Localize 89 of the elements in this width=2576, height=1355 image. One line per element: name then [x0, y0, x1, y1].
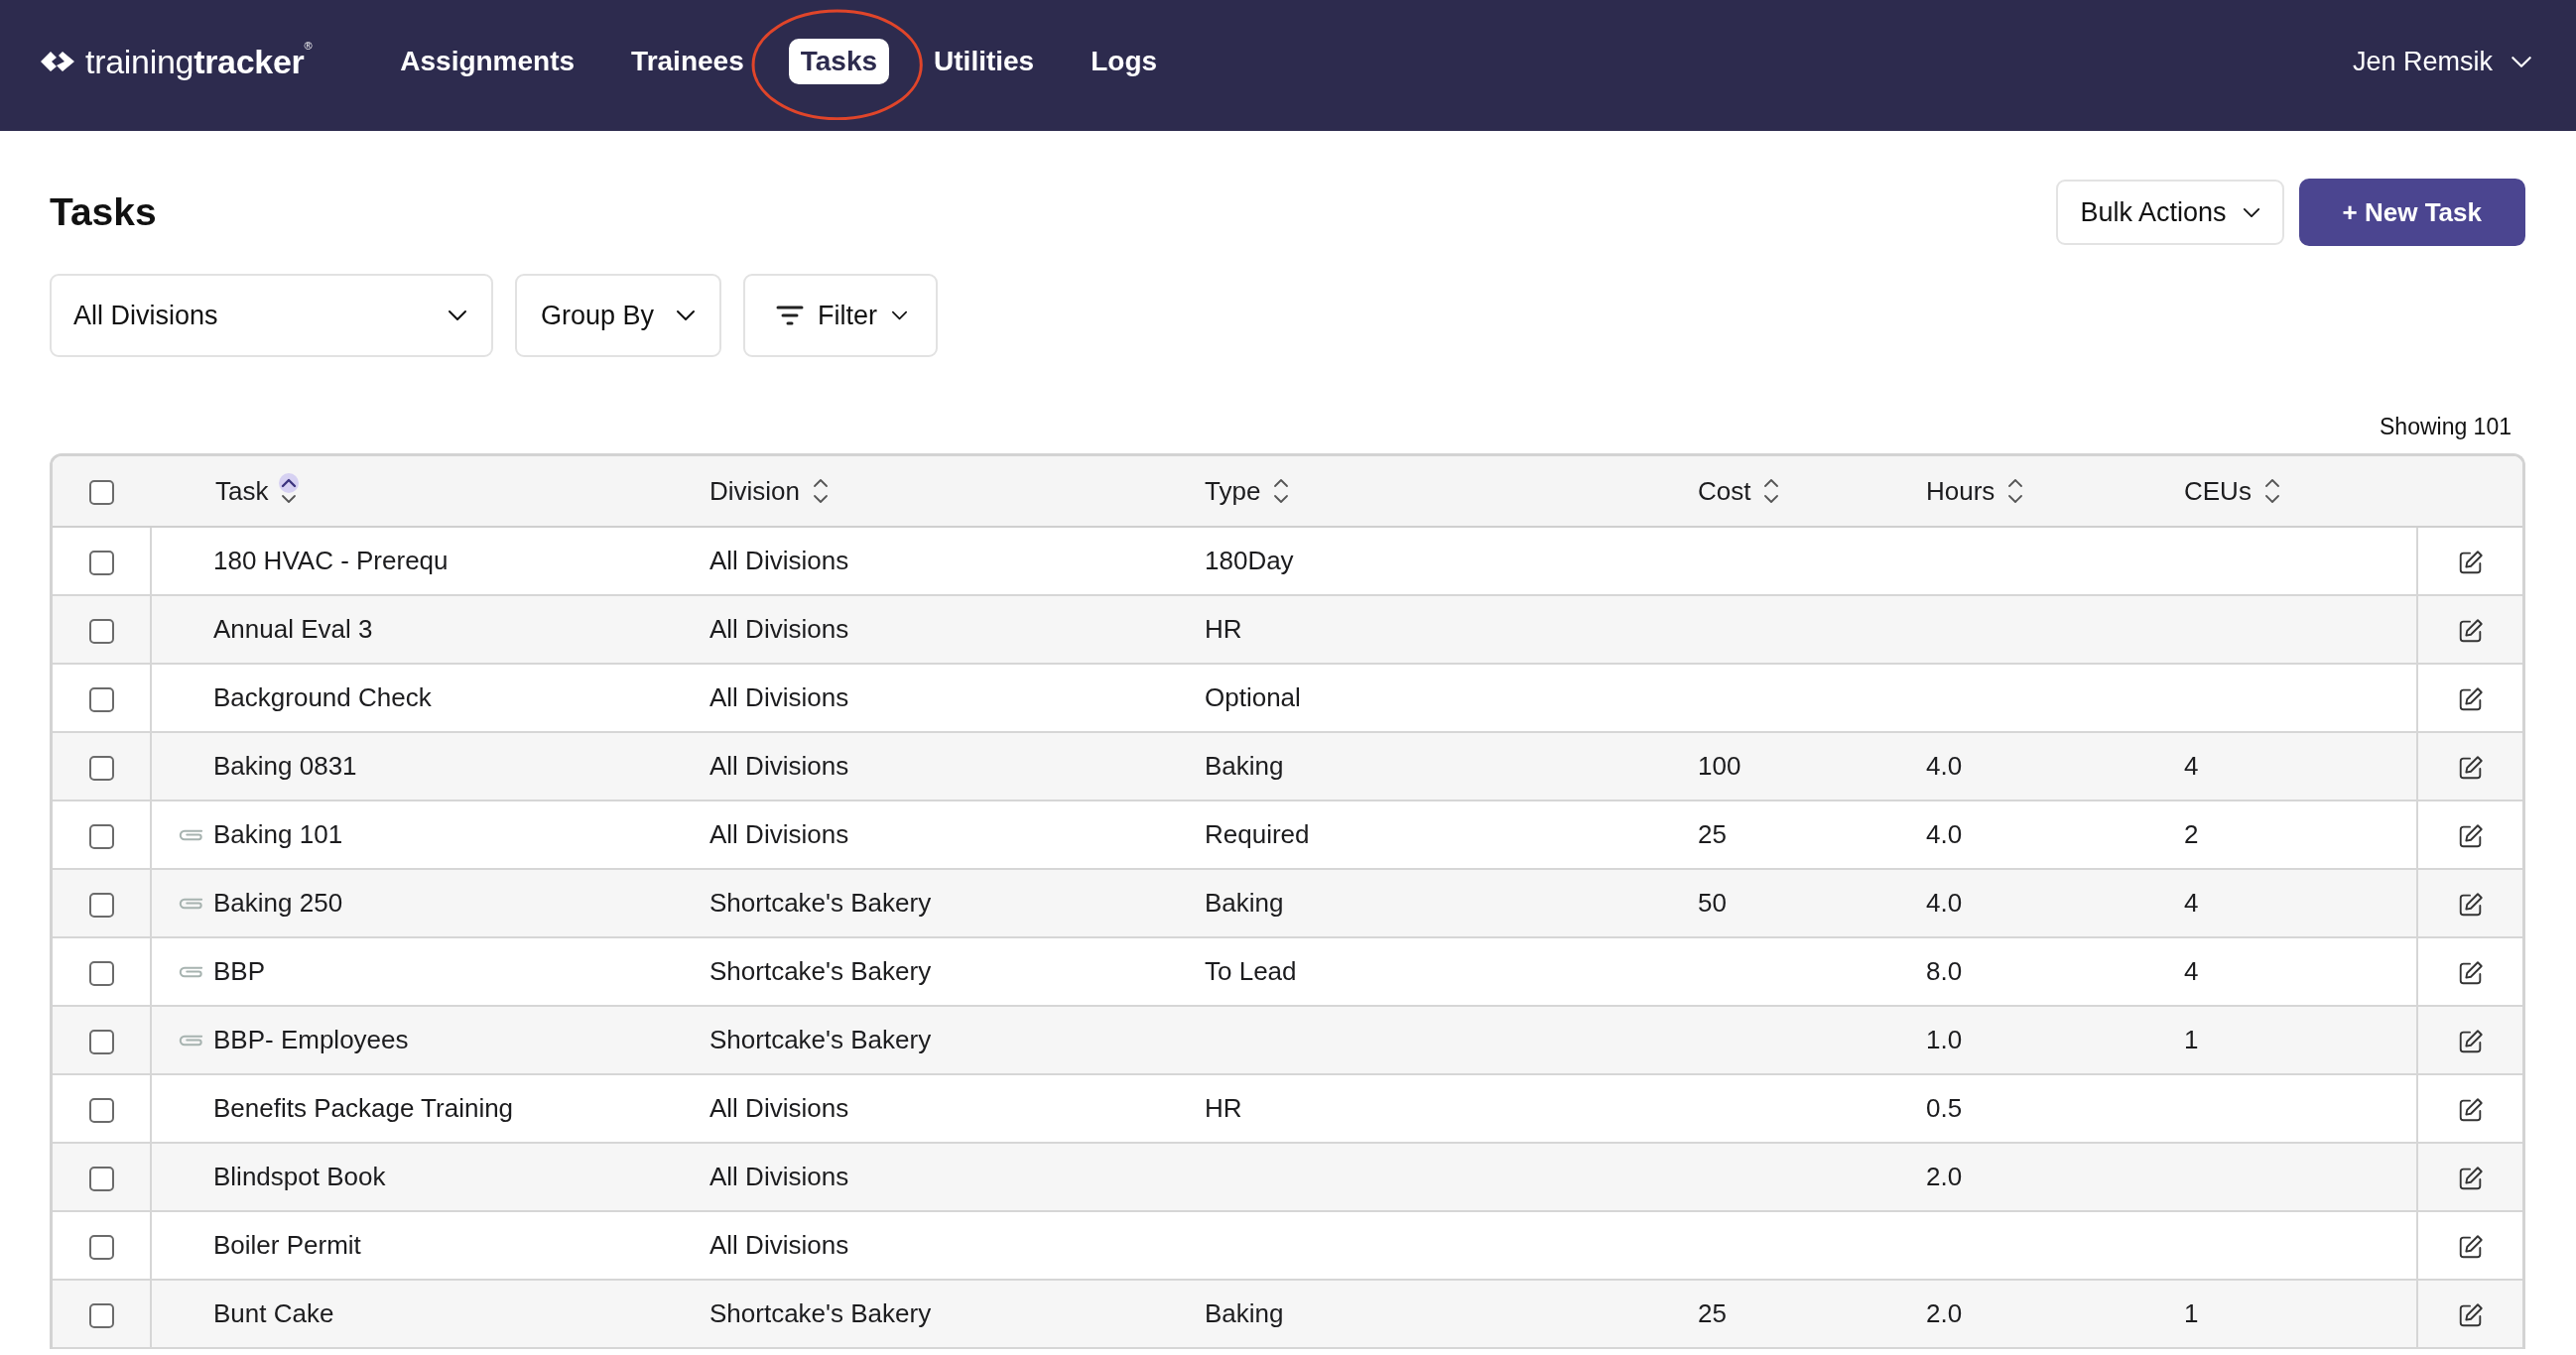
- caret-icon: [448, 309, 467, 321]
- table-cell: 4.0: [1926, 801, 2184, 869]
- dropdown[interactable]: All Divisions: [50, 274, 493, 357]
- table-cell: All Divisions: [709, 1211, 1205, 1280]
- checkbox[interactable]: [88, 755, 114, 781]
- table-cell: Shortcake's Bakery: [709, 869, 1205, 937]
- checkbox[interactable]: [88, 823, 114, 849]
- table-cell: All Divisions: [709, 664, 1205, 732]
- table-cell: Blindspot Book: [213, 1162, 386, 1192]
- table-cell: 100: [1698, 732, 1926, 801]
- checkbox[interactable]: [88, 1234, 114, 1260]
- table-cell: 2.0: [1926, 1143, 2184, 1211]
- table-cell: To Lead: [1205, 937, 1698, 1006]
- table-cell: All Divisions: [709, 732, 1205, 801]
- nav-tab[interactable]: Trainees: [619, 38, 756, 85]
- table-cell: All Divisions: [709, 1074, 1205, 1143]
- table-cell: 25: [1698, 1280, 1926, 1348]
- caret-icon: [2511, 55, 2532, 68]
- table-cell: 2: [2184, 801, 2417, 869]
- checkbox[interactable]: [88, 1166, 114, 1191]
- table-cell: 1: [2184, 1006, 2417, 1074]
- column-header[interactable]: Cost: [1698, 475, 1751, 507]
- caret-icon: [2242, 206, 2260, 218]
- column-header[interactable]: Division: [709, 475, 801, 507]
- table-cell: 4.0: [1926, 869, 2184, 937]
- table-cell: All Divisions: [709, 1143, 1205, 1211]
- checkbox[interactable]: [88, 686, 114, 712]
- nav-tab[interactable]: Assignments: [388, 38, 587, 85]
- table-cell: All Divisions: [709, 527, 1205, 595]
- table-cell: Shortcake's Bakery: [709, 937, 1205, 1006]
- table-cell: BBP- Employees: [213, 1025, 409, 1055]
- checkbox[interactable]: [88, 550, 114, 575]
- table-cell: All Divisions: [709, 801, 1205, 869]
- checkbox[interactable]: [88, 1029, 114, 1054]
- table-cell: Required: [1205, 801, 1698, 869]
- new-task-button[interactable]: + New Task: [2298, 179, 2525, 246]
- table-cell: 4: [2184, 869, 2417, 937]
- table-cell: 50: [1698, 869, 1926, 937]
- caret-icon: [891, 310, 909, 320]
- table-cell: Bunt Cake: [213, 1298, 334, 1329]
- table-cell: 4: [2184, 937, 2417, 1006]
- checkbox[interactable]: [88, 1302, 114, 1328]
- nav-tab[interactable]: Logs: [1079, 38, 1170, 85]
- table-cell: Boiler Permit: [213, 1230, 361, 1261]
- table-cell: Shortcake's Bakery: [709, 1280, 1205, 1348]
- column-header[interactable]: CEUs: [2184, 475, 2252, 507]
- checkbox[interactable]: [89, 480, 114, 506]
- table-cell: Baking: [1205, 732, 1698, 801]
- table-cell: Background Check: [213, 682, 432, 713]
- table-cell: 1.0: [1926, 1006, 2184, 1074]
- caret-icon: [676, 309, 697, 321]
- table-cell: Optional: [1205, 664, 1698, 732]
- table-cell: Annual Eval 3: [213, 614, 373, 645]
- table-cell: BBP: [213, 956, 266, 987]
- table-cell: 25: [1698, 801, 1926, 869]
- table-cell: 8.0: [1926, 937, 2184, 1006]
- nav-tab[interactable]: Utilities: [922, 38, 1047, 85]
- table-cell: 0.5: [1926, 1074, 2184, 1143]
- table-cell: Benefits Package Training: [213, 1093, 514, 1124]
- checkbox[interactable]: [88, 892, 114, 918]
- table-cell: 2.0: [1926, 1280, 2184, 1348]
- column-header[interactable]: Task: [215, 475, 269, 507]
- dropdown-button[interactable]: Group By: [515, 274, 722, 357]
- checkbox[interactable]: [88, 618, 114, 644]
- column-header[interactable]: Type: [1205, 475, 1261, 507]
- table-cell: Baking 0831: [213, 751, 357, 782]
- dropdown-button[interactable]: Bulk Actions: [2056, 180, 2284, 245]
- table-cell: 4.0: [1926, 732, 2184, 801]
- page-title: Tasks: [50, 190, 157, 234]
- table-cell: All Divisions: [709, 595, 1205, 664]
- checkbox[interactable]: [88, 1097, 114, 1123]
- table-cell: HR: [1205, 595, 1698, 664]
- filter-button[interactable]: Filter: [743, 274, 939, 357]
- table-cell: 4: [2184, 732, 2417, 801]
- table-cell: Baking: [1205, 1280, 1698, 1348]
- table-cell: Baking: [1205, 869, 1698, 937]
- nav-tab[interactable]: Tasks: [788, 38, 890, 85]
- filter-icon: [776, 305, 805, 326]
- user-menu[interactable]: Jen Remsik: [2352, 46, 2532, 77]
- table-cell: Baking 101: [213, 819, 343, 850]
- result-count: Showing 101: [2379, 413, 2512, 441]
- table-cell: Shortcake's Bakery: [709, 1006, 1205, 1074]
- checkbox[interactable]: [88, 960, 114, 986]
- table-cell: 180 HVAC - Prerequ: [213, 546, 449, 576]
- table-cell: HR: [1205, 1074, 1698, 1143]
- column-header[interactable]: Hours: [1926, 475, 1996, 507]
- table-cell: Baking 250: [213, 888, 343, 919]
- table-cell: 1: [2184, 1280, 2417, 1348]
- table-cell: 180Day: [1205, 527, 1698, 595]
